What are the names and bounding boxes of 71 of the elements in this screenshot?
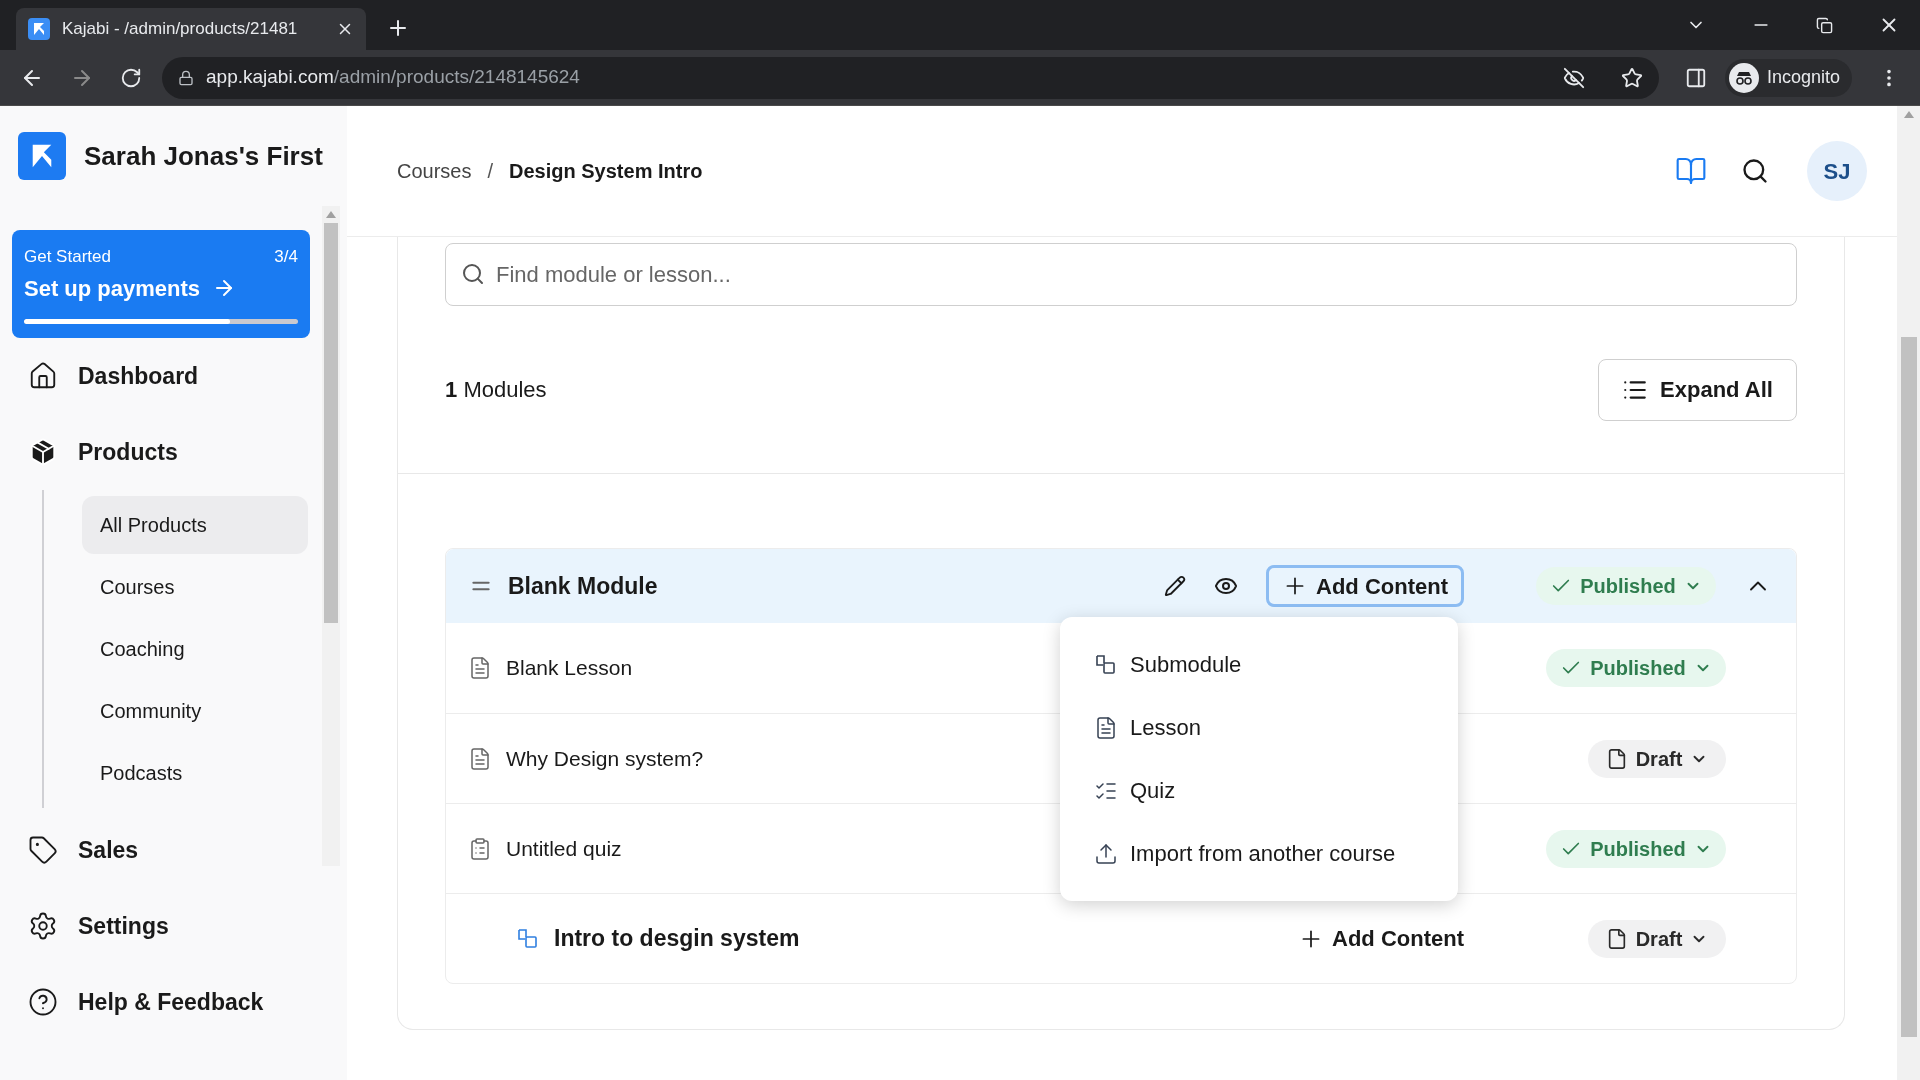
sidebar-scrollbar[interactable] xyxy=(322,206,340,866)
menu-item[interactable]: Quiz xyxy=(1070,759,1448,822)
progress-count: 3/4 xyxy=(274,246,298,268)
menu-item[interactable]: Lesson xyxy=(1070,696,1448,759)
incognito-icon xyxy=(1728,62,1759,93)
bookmark-star-icon[interactable] xyxy=(1620,66,1643,89)
module-title: Blank Module xyxy=(508,571,658,601)
site-logo[interactable] xyxy=(18,132,66,180)
card-label: Get Started xyxy=(24,246,111,268)
submodule-icon xyxy=(516,926,540,951)
expand-all-button[interactable]: Expand All xyxy=(1598,358,1797,421)
clipboard-icon xyxy=(468,836,492,861)
user-avatar[interactable]: SJ xyxy=(1807,141,1867,201)
document-icon xyxy=(468,656,492,680)
search-icon[interactable] xyxy=(1741,157,1769,185)
status-dropdown[interactable]: Published xyxy=(1546,649,1726,687)
status-dropdown[interactable]: Published xyxy=(1536,567,1716,605)
modules-count: 1 Modules xyxy=(445,376,547,404)
nav-subitem[interactable]: Community xyxy=(82,682,308,740)
nav-subitem[interactable]: Podcasts xyxy=(82,744,308,802)
content-title: Blank Lesson xyxy=(506,655,633,682)
menu-item[interactable]: Import from another course xyxy=(1070,822,1448,885)
page-scrollbar[interactable] xyxy=(1897,106,1920,1080)
reload-icon[interactable] xyxy=(120,66,142,89)
breadcrumb-link[interactable]: Courses xyxy=(397,156,472,186)
address-bar[interactable]: app.kajabi.com/admin/products/2148145624 xyxy=(162,56,1659,99)
home-icon xyxy=(28,361,58,391)
status-dropdown[interactable]: Draft xyxy=(1588,919,1726,958)
get-started-card[interactable]: Get Started 3/4 Set up payments xyxy=(12,230,310,338)
content-title: Intro to desgin system xyxy=(554,924,800,954)
breadcrumb-current: Design System Intro xyxy=(509,159,703,184)
document-icon xyxy=(1094,715,1118,740)
profile-chip[interactable]: Incognito xyxy=(1724,58,1852,97)
content-title: Untitled quiz xyxy=(506,835,622,862)
nav-subitem[interactable]: Courses xyxy=(82,558,308,616)
card-title: Set up payments xyxy=(24,274,201,303)
nav-subitem[interactable]: All Products xyxy=(82,496,308,554)
menu-item[interactable]: Submodule xyxy=(1070,633,1448,696)
nav-item[interactable]: Settings xyxy=(28,888,169,964)
nav-item[interactable]: Help & Feedback xyxy=(28,964,264,1040)
url-text: app.kajabi.com/admin/products/2148145624 xyxy=(206,65,580,90)
add-content-button[interactable]: Add Content xyxy=(1266,565,1464,607)
pencil-icon[interactable] xyxy=(1164,575,1186,597)
site-name: Sarah Jonas's First xyxy=(84,139,323,173)
submodule-icon xyxy=(1094,652,1118,677)
nav-item[interactable]: Sales xyxy=(28,812,139,888)
tag-icon xyxy=(28,835,58,865)
document-icon xyxy=(468,746,492,771)
upload-icon xyxy=(1094,841,1118,866)
book-icon[interactable] xyxy=(1675,155,1707,187)
box-icon xyxy=(28,437,58,467)
search-icon xyxy=(461,262,485,286)
add-content-button[interactable]: Add Content xyxy=(1298,922,1464,955)
browser-tab[interactable]: Kajabi - /admin/products/21481 xyxy=(16,8,366,50)
module-header[interactable]: Blank Module Add Content Published xyxy=(446,549,1796,623)
tab-title: Kajabi - /admin/products/21481 xyxy=(62,18,299,41)
restore-icon[interactable] xyxy=(1816,16,1833,34)
breadcrumb-separator: / xyxy=(487,159,494,184)
lock-icon xyxy=(178,69,194,86)
status-dropdown[interactable]: Draft xyxy=(1588,739,1726,778)
eye-slash-icon[interactable] xyxy=(1562,66,1585,89)
nav-item[interactable]: Dashboard xyxy=(28,338,199,414)
nav-subitem[interactable]: Coaching xyxy=(82,620,308,678)
settings-icon xyxy=(28,911,58,941)
help-icon xyxy=(28,987,58,1017)
kajabi-logo-icon xyxy=(28,18,50,40)
nav-item[interactable]: Products xyxy=(28,414,178,490)
search-field[interactable]: Find module or lesson... xyxy=(445,243,1797,306)
side-panel-icon[interactable] xyxy=(1684,66,1707,89)
status-dropdown[interactable]: Published xyxy=(1546,829,1726,868)
content-title: Why Design system? xyxy=(506,745,704,772)
